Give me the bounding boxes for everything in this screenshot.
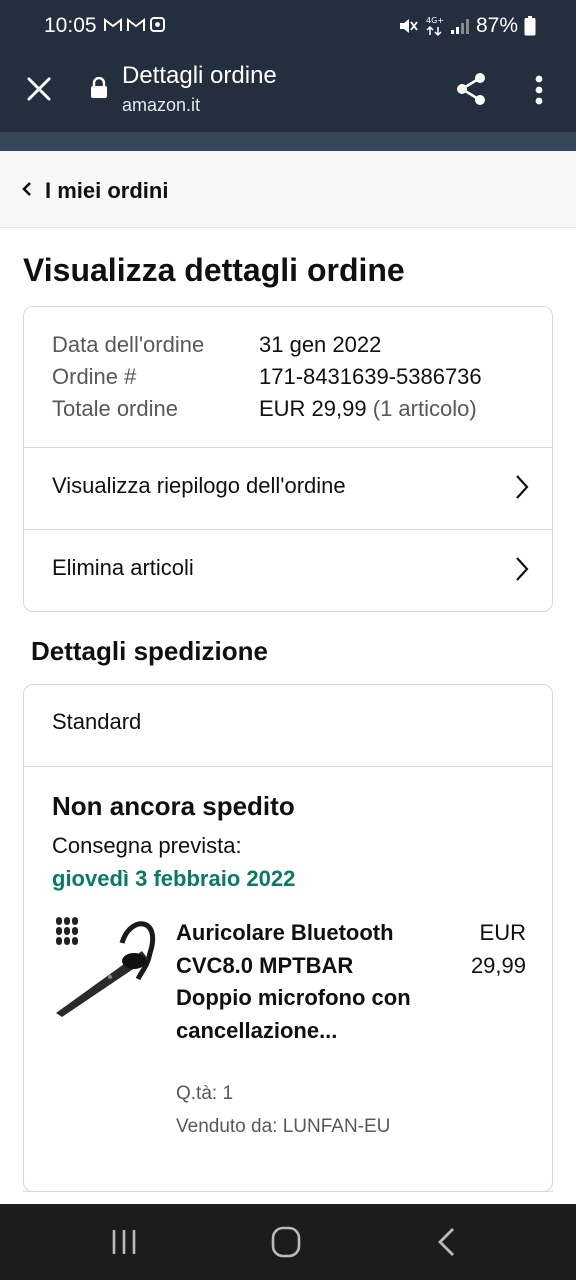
status-time: 10:05 <box>44 14 97 37</box>
order-number-label: Ordine # <box>52 364 137 389</box>
order-date-value: 31 gen 2022 <box>259 332 382 357</box>
order-date-row: Data dell'ordine 31 gen 2022 <box>52 331 482 363</box>
product-seller: Venduto da: LUNFAN-EU <box>176 1116 391 1137</box>
share-icon[interactable] <box>452 70 490 108</box>
divider <box>23 1191 553 1192</box>
delivery-date: giovedì 3 febbraio 2022 <box>52 866 296 891</box>
home-icon[interactable] <box>266 1224 306 1260</box>
page-domain: amazon.it <box>122 95 201 115</box>
mute-icon <box>399 19 418 33</box>
price-currency: EUR <box>479 920 526 945</box>
data-arrows-icon: 4G+ <box>426 16 444 37</box>
product-quantity: Q.tà: 1 <box>176 1083 234 1104</box>
chevron-left-icon <box>22 182 31 196</box>
shipping-status: Non ancora spedito <box>52 791 295 821</box>
order-item-count: (1 articolo) <box>372 396 477 421</box>
order-date-label: Data dell'ordine <box>52 332 205 357</box>
shipping-section-title: Dettagli spedizione <box>31 636 268 666</box>
nav-strip <box>0 132 576 151</box>
order-info-card: Data dell'ordine 31 gen 2022 Ordine # 17… <box>23 306 553 612</box>
android-nav-bar <box>0 1204 576 1280</box>
close-icon[interactable] <box>22 72 56 106</box>
view-order-summary-label: Visualizza riepilogo dell'ordine <box>52 473 346 498</box>
order-total-label: Totale ordine <box>52 396 178 421</box>
gmail-icon <box>127 17 145 31</box>
chevron-right-icon <box>516 557 529 581</box>
order-total-row: Totale ordine EUR 29,99 (1 articolo) <box>52 395 482 427</box>
battery-percent: 87% <box>475 14 518 37</box>
product-image[interactable] <box>52 913 156 1023</box>
browser-toolbar: Dettagli ordine amazon.it <box>0 52 576 132</box>
product-price: EUR 29,99 <box>471 917 526 982</box>
breadcrumb-label[interactable]: I miei ordini <box>45 178 168 204</box>
remove-items-link[interactable]: Elimina articoli <box>24 529 552 611</box>
battery-icon <box>524 16 536 36</box>
more-options-icon[interactable] <box>526 72 552 108</box>
recent-apps-icon[interactable] <box>104 1224 144 1260</box>
signal-icon <box>450 19 469 34</box>
order-info-grid: Data dell'ordine 31 gen 2022 Ordine # 17… <box>52 331 482 427</box>
order-total-value: EUR 29,99 <box>259 396 367 421</box>
page-title-bar: Dettagli ordine <box>122 62 277 89</box>
order-number-value: 171-8431639-5386736 <box>259 364 482 389</box>
delivery-label: Consegna prevista: <box>52 833 242 858</box>
view-order-summary-link[interactable]: Visualizza riepilogo dell'ordine <box>24 447 552 529</box>
order-total-value-wrap: EUR 29,99 (1 articolo) <box>259 395 477 427</box>
back-icon[interactable] <box>428 1224 468 1260</box>
clock-app-icon <box>150 17 165 32</box>
gmail-icon <box>104 17 122 31</box>
shipping-card: Standard Non ancora spedito Consegna pre… <box>23 684 553 1192</box>
divider <box>24 766 552 767</box>
breadcrumb[interactable]: I miei ordini <box>0 151 576 228</box>
product-title[interactable]: Auricolare Bluetooth CVC8.0 MPTBAR Doppi… <box>176 917 416 1047</box>
remove-items-label: Elimina articoli <box>52 555 194 580</box>
notification-icons <box>104 17 165 32</box>
status-right: 4G+ 87% <box>398 14 536 38</box>
shipping-method: Standard <box>52 709 142 734</box>
page-title: Visualizza dettagli ordine <box>23 252 405 288</box>
chevron-right-icon <box>516 475 529 499</box>
lock-icon <box>91 77 107 98</box>
network-type: 4G+ <box>426 16 444 25</box>
status-bar: 10:05 4G+ 87% <box>0 0 576 52</box>
order-number-row: Ordine # 171-8431639-5386736 <box>52 363 482 395</box>
price-amount: 29,99 <box>470 952 526 978</box>
